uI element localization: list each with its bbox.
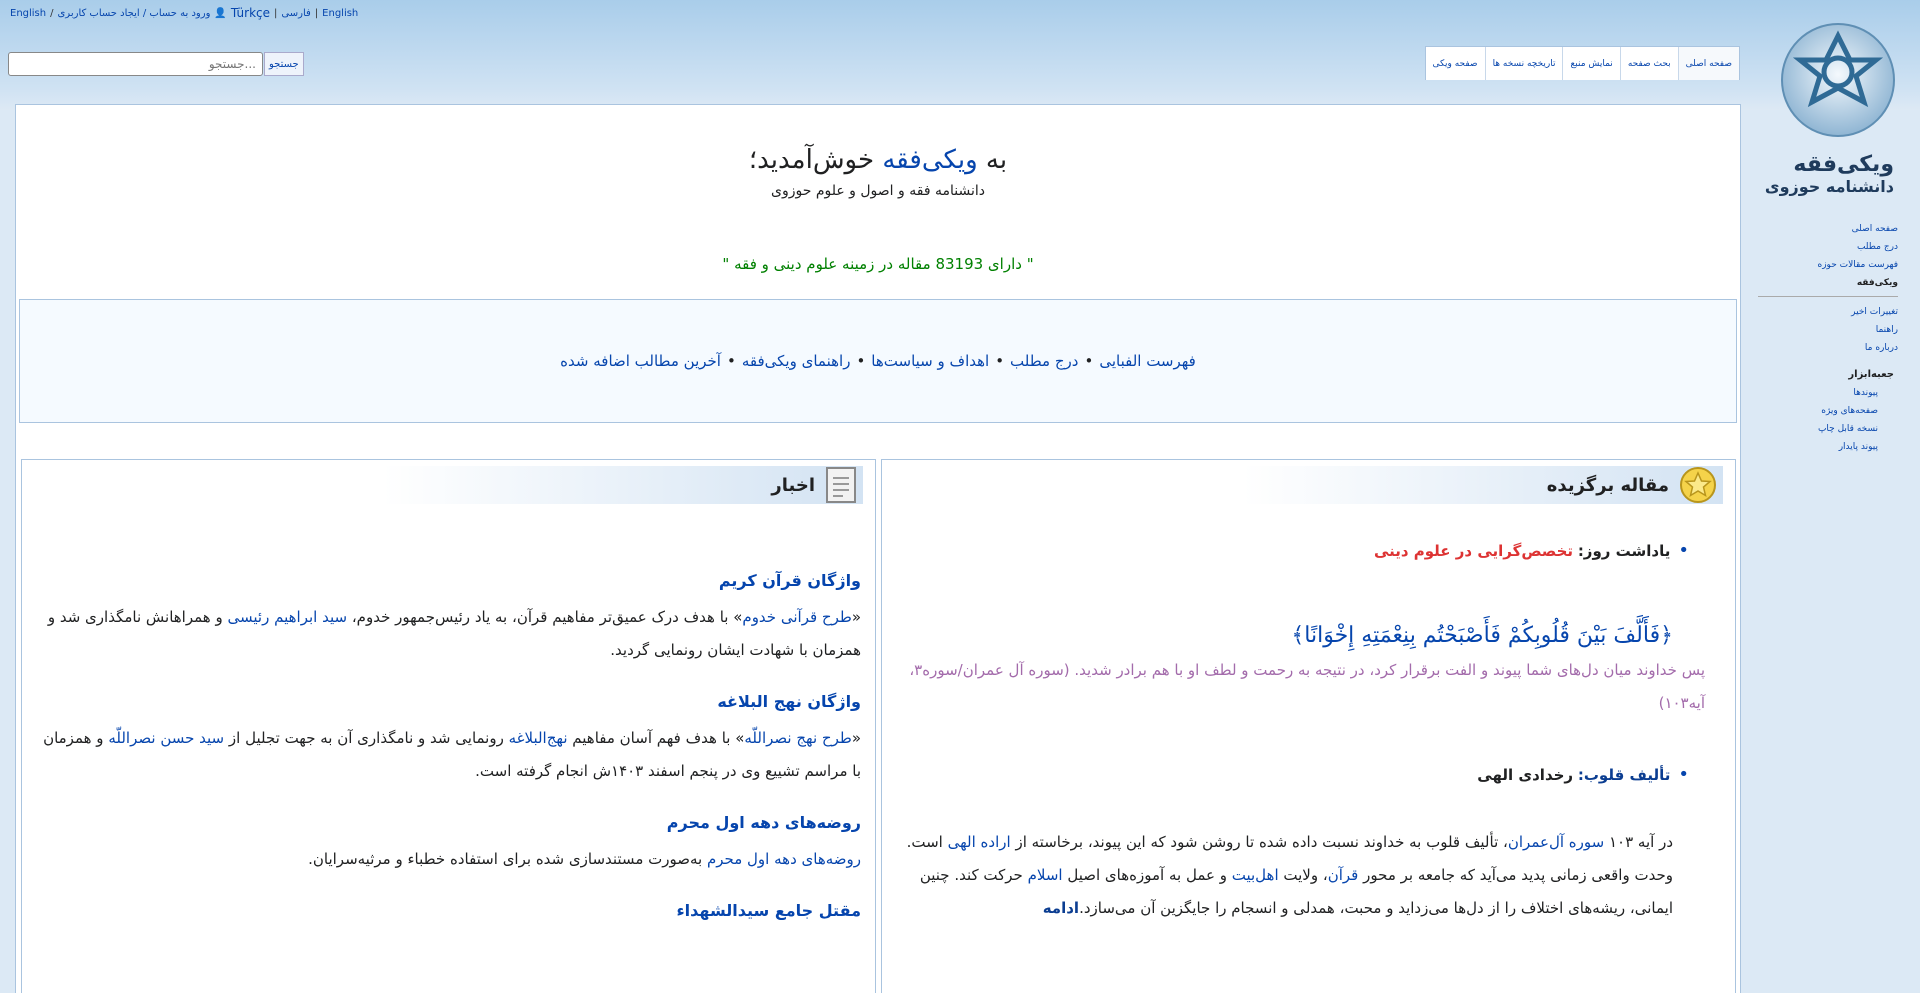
sidebar-divider: [1758, 296, 1898, 297]
news-heading-quran: واژگان قرآن کریم: [718, 571, 861, 590]
verse-translation: پس خداوند میان دل‌های شما پیوند و الفت ب…: [909, 661, 1705, 712]
news-title: اخبار: [771, 474, 815, 496]
article-count: " دارای 83193 مقاله در زمینه علوم دینی و…: [722, 255, 1034, 273]
tab-wiki-page[interactable]: صفحه ویکی: [1426, 47, 1485, 80]
tab-discussion[interactable]: بحث صفحه: [1619, 47, 1678, 80]
daily-note: یاداشت روز: تخصص‌گرایی در علوم دینی: [898, 534, 1689, 568]
lang-persian[interactable]: فارسی: [281, 8, 310, 19]
news-heading-muharram: روضه‌های دهه اول محرم: [666, 813, 861, 832]
sidebar-item-about[interactable]: درباره ما: [1758, 343, 1898, 353]
news-item-nahj: «طرح نهج نصراللّه» با هدف فهم آسان مفاهی…: [43, 729, 861, 780]
user-icon: 👤: [214, 7, 227, 19]
link-khadum-plan[interactable]: طرح قرآنی خدوم: [742, 608, 851, 626]
welcome-subtitle: دانشنامه فقه و اصول و علوم حوزوی: [771, 183, 985, 199]
link-surah-al-imran[interactable]: سوره آل‌عمران: [1508, 833, 1604, 851]
link-nasrallah-plan[interactable]: طرح نهج نصراللّه: [744, 729, 851, 747]
link-muharram-rawdas[interactable]: روضه‌های دهه اول محرم: [707, 850, 861, 868]
nav-policies[interactable]: اهداف و سیاست‌ها: [871, 352, 989, 370]
lang-turkish[interactable]: Türkçe: [231, 6, 270, 20]
document-icon: [826, 467, 856, 503]
link-quran[interactable]: قرآن: [1328, 866, 1359, 884]
featured-article-panel: مقاله برگزیده یاداشت روز: تخصص‌گرایی در …: [881, 459, 1736, 993]
nav-latest[interactable]: آخرین مطالب اضافه شده: [560, 352, 721, 370]
tab-main-page[interactable]: صفحه اصلی: [1677, 47, 1739, 80]
news-item-quran: «طرح قرآنی خدوم» با هدف درک عمیق‌تر مفاه…: [47, 608, 861, 659]
sidebar: صفحه اصلی درج مطلب فهرست مقالات حوزه ویک…: [1758, 224, 1898, 460]
nav-submit[interactable]: درج مطلب: [1010, 352, 1078, 370]
logo-subtitle: دانشنامه حوزوی: [1764, 177, 1894, 196]
sidebar-toolbox-heading: جعبه‌ابزار: [1848, 369, 1894, 380]
sidebar-item-links[interactable]: پیوندها: [1758, 388, 1878, 398]
lang-english[interactable]: English: [322, 8, 358, 19]
featured-title: مقاله برگزیده: [1546, 474, 1669, 496]
link-hassan-nasrallah[interactable]: سید حسن نصراللّه: [108, 729, 224, 747]
link-ahl-al-bayt[interactable]: اهل‌بیت: [1232, 866, 1279, 884]
site-logo[interactable]: ویکی‌فقه دانشنامه حوزوی: [1760, 12, 1900, 212]
featured-subtopic: تألیف قلوب: رخدادی الهی: [898, 758, 1689, 792]
quran-verse: ﴿فَأَلَّفَ بَيْنَ قُلُوبِكُمْ فَأَصْبَحْ…: [1291, 623, 1673, 648]
search-button[interactable]: جستجو: [264, 52, 304, 76]
link-islam[interactable]: اسلام: [1028, 866, 1063, 884]
sidebar-item-articles[interactable]: فهرست مقالات حوزه: [1758, 260, 1898, 270]
sidebar-item-main[interactable]: صفحه اصلی: [1758, 224, 1898, 234]
sidebar-item-submit[interactable]: درج مطلب: [1758, 242, 1898, 252]
featured-paragraph: در آیه ۱۰۳ سوره آل‌عمران، تألیف قلوب به …: [906, 833, 1673, 917]
login-link[interactable]: English: [10, 8, 46, 19]
page-tabs: صفحه اصلی بحث صفحه نمایش منبع تاریخچه نس…: [1424, 46, 1740, 80]
sidebar-item-print[interactable]: نسخه قابل چاپ: [1758, 424, 1878, 434]
nav-guide[interactable]: راهنمای ویکی‌فقه: [742, 352, 851, 370]
nav-alphabetical[interactable]: فهرست الفبایی: [1099, 352, 1196, 370]
link-nahj-al-balagha[interactable]: نهج‌البلاغه: [509, 729, 568, 747]
link-divine-will[interactable]: اراده الهی: [948, 833, 1011, 851]
tab-history[interactable]: تاریخچه نسخه ها: [1484, 47, 1563, 80]
create-account-link[interactable]: ورود به حساب / ایجاد حساب کاربری: [57, 8, 210, 19]
daily-note-link[interactable]: تخصص‌گرایی در علوم دینی: [1374, 542, 1573, 560]
read-more-link[interactable]: ادامه: [1043, 899, 1079, 917]
main-content: به ویکی‌فقه خوش‌آمدید؛ دانشنامه فقه و اص…: [15, 104, 1741, 993]
logo-title: ویکی‌فقه: [1793, 152, 1894, 177]
site-name-link[interactable]: ویکی‌فقه: [882, 145, 977, 175]
sidebar-item-permalink[interactable]: پیوند پایدار: [1758, 442, 1878, 452]
sidebar-item-help[interactable]: راهنما: [1758, 325, 1898, 335]
news-heading-maqtal: مقتل جامع سیدالشهداء: [676, 901, 862, 920]
sidebar-item-recent[interactable]: تغییرات اخیر: [1758, 307, 1898, 317]
star-icon: [1680, 467, 1716, 503]
tab-view-source[interactable]: نمایش منبع: [1562, 47, 1619, 80]
news-item-muharram: روضه‌های دهه اول محرم به‌صورت مستندسازی …: [308, 850, 861, 868]
search-input[interactable]: [8, 52, 263, 76]
search-box: جستجو: [8, 52, 304, 76]
welcome-block: به ویکی‌فقه خوش‌آمدید؛ دانشنامه فقه و اص…: [16, 145, 1740, 199]
news-panel: اخبار واژگان قرآن کریم «طرح قرآنی خدوم» …: [21, 459, 876, 993]
personal-links: English / ورود به حساب / ایجاد حساب کارب…: [10, 6, 359, 20]
link-raisi[interactable]: سید ابراهیم رئیسی: [228, 608, 348, 626]
welcome-title: به ویکی‌فقه خوش‌آمدید؛: [748, 145, 1008, 175]
subtopic-link[interactable]: تألیف قلوب:: [1578, 766, 1671, 784]
sidebar-item-special[interactable]: صفحه‌های ویژه: [1758, 406, 1878, 416]
news-heading-nahj: واژگان نهج البلاغه: [717, 692, 861, 711]
sidebar-item-wikifeqh[interactable]: ویکی‌فقه: [1758, 278, 1898, 288]
navigation-box: فهرست الفبایی • درج مطلب • اهداف و سیاست…: [19, 299, 1737, 423]
